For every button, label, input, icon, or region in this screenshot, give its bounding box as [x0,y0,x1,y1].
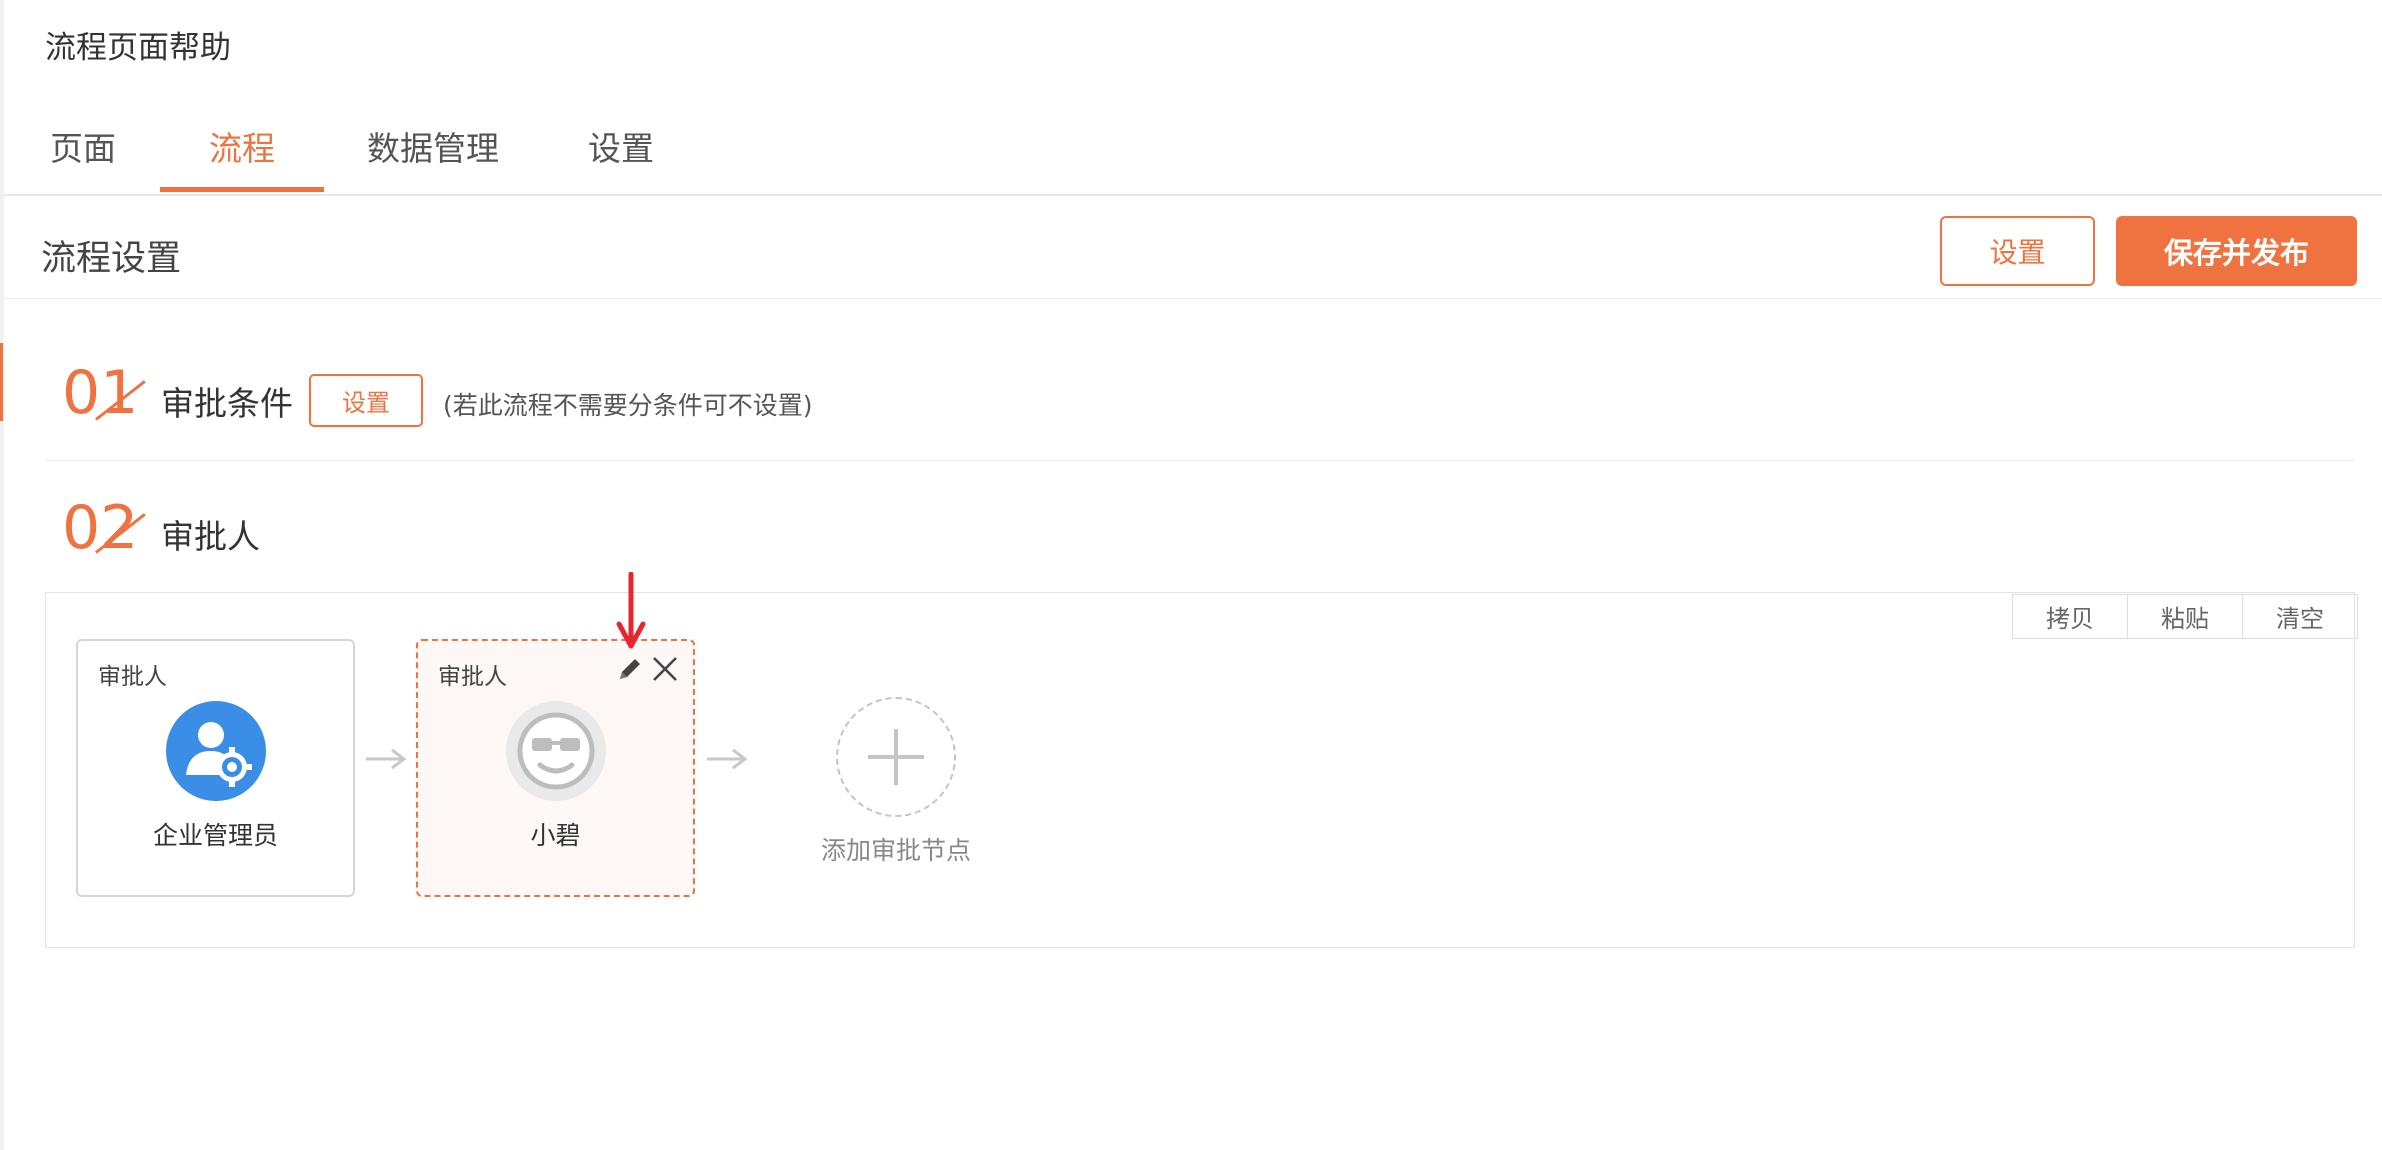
cool-face-avatar-icon [506,701,606,801]
tab-settings[interactable]: 设置 [588,122,654,170]
add-node-label: 添加审批节点 [820,836,971,865]
condition-settings-button[interactable]: 设置 [309,374,423,427]
close-icon[interactable] [650,654,680,684]
clear-button[interactable]: 清空 [2242,595,2357,638]
active-tab-indicator [160,187,324,192]
approver-node-selected[interactable]: 审批人 小碧 [416,639,695,897]
node-type-label: 审批人 [438,664,507,690]
approver-node[interactable]: 审批人 企业管理员 [76,639,355,897]
tab-flow[interactable]: 流程 [209,122,275,170]
canvas-toolbar: 拷贝 粘贴 清空 [2012,594,2358,639]
add-node-button[interactable] [836,697,956,817]
left-edge-accent [0,343,3,421]
node-approver-name: 小碧 [530,821,581,850]
admin-user-gear-icon [166,701,266,801]
node-approver-name: 企业管理员 [152,821,278,850]
flow-arrow-icon [364,744,408,774]
node-type-label: 审批人 [98,664,167,690]
tab-page[interactable]: 页面 [50,122,116,170]
tab-bar: 页面 流程 数据管理 设置 [4,0,2382,196]
settings-button[interactable]: 设置 [1940,216,2095,286]
copy-button[interactable]: 拷贝 [2013,595,2127,638]
save-publish-button[interactable]: 保存并发布 [2116,216,2357,286]
condition-note: (若此流程不需要分条件可不设置) [443,391,813,420]
step-title-approval-condition: 审批条件 [161,384,293,423]
annotation-arrow-icon [615,571,647,650]
pencil-edit-icon[interactable] [615,654,645,684]
paste-button[interactable]: 粘贴 [2127,595,2242,638]
flow-arrow-icon [705,744,749,774]
section-title: 流程设置 [41,239,182,279]
step-title-approver: 审批人 [161,517,260,556]
plus-icon [838,699,954,819]
tab-data-management[interactable]: 数据管理 [367,122,499,170]
step-divider [45,460,2355,461]
